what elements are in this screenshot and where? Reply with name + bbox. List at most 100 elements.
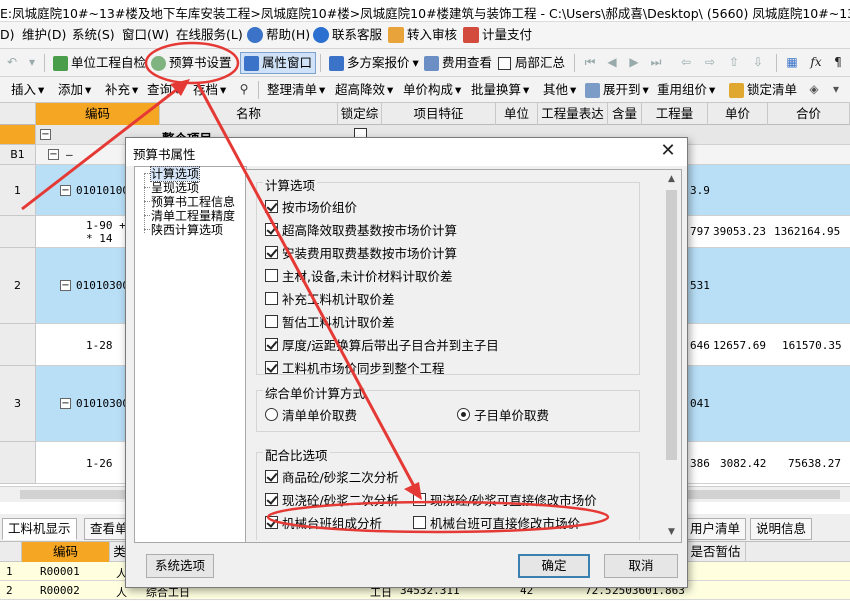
fee-view-button[interactable]: 费用查看 — [421, 52, 495, 74]
col-header-total[interactable]: 合价 — [768, 103, 850, 125]
last-icon[interactable]: ⏭ — [648, 54, 664, 70]
unit-price-build-button[interactable]: 单价构成 ▾ — [400, 79, 464, 101]
option-sync-market-price[interactable]: 工料机市场价同步到整个工程 — [265, 358, 445, 377]
col-header-unit[interactable]: 单位 — [496, 103, 538, 125]
property-window-button[interactable]: 属性窗口 — [240, 52, 317, 74]
menu-item-contact-service[interactable]: 联系客服 — [313, 22, 382, 48]
options-scrollbar[interactable]: ▲ ▼ — [664, 172, 679, 540]
supplement-button[interactable]: 补充 ▾ — [102, 79, 141, 101]
down-arrow-icon[interactable]: ⇩ — [750, 54, 766, 70]
checkbox[interactable] — [413, 493, 426, 506]
checkbox[interactable] — [265, 269, 278, 282]
pilcrow-icon[interactable]: ¶ — [830, 54, 846, 70]
collapse-icon[interactable]: − — [60, 185, 71, 196]
col-header-estimate[interactable]: 是否暂估 — [686, 542, 746, 562]
tab-description[interactable]: 说明信息 — [750, 518, 813, 540]
prev-icon[interactable]: ◀ — [604, 54, 620, 70]
expand-to-button[interactable]: 展开到 ▾ — [582, 79, 652, 101]
collapse-icon[interactable]: − — [60, 398, 71, 409]
partial-summary-box[interactable] — [498, 56, 511, 70]
option-estimate-diff[interactable]: 暂估工料机计取价差 — [265, 312, 395, 331]
menu-item-d[interactable]: D) — [0, 22, 15, 48]
option-main-material-diff[interactable]: 主材,设备,未计价材料计取价差 — [265, 266, 452, 285]
col-header-quantity[interactable]: 工程量 — [642, 103, 708, 125]
radio-list-price[interactable]: 清单单价取费 — [265, 405, 357, 424]
menu-item-maintenance[interactable]: 维护(D) — [22, 22, 66, 48]
menu-item-system[interactable]: 系统(S) — [72, 22, 115, 48]
lock-list-button[interactable]: 锁定清单 — [726, 79, 800, 101]
budget-settings-button[interactable]: 预算书设置 — [148, 52, 235, 74]
height-reduction-button[interactable]: 超高降效 ▾ — [332, 79, 396, 101]
collapse-icon[interactable]: − — [40, 129, 51, 140]
other-button[interactable]: 其他 ▾ — [540, 79, 579, 101]
cancel-button[interactable]: 取消 — [604, 554, 678, 578]
collapse-icon[interactable]: − — [48, 149, 59, 160]
unit-check-button[interactable]: 单位工程自检 — [50, 52, 149, 74]
checkbox[interactable] — [413, 516, 426, 529]
col-header-unit-price[interactable]: 单价 — [708, 103, 768, 125]
partial-summary-checkbox[interactable]: 局部汇总 — [495, 52, 568, 74]
paint-icon[interactable]: ◈ — [806, 81, 822, 97]
dropdown-arrow-icon[interactable]: ▾ — [828, 81, 844, 97]
col-header-code[interactable]: 编码 — [36, 103, 160, 125]
nav-item-quantity-precision[interactable]: 清单工程量精度 — [151, 209, 235, 223]
option-cast-concrete-edit-price[interactable]: 现浇砼/砂浆可直接修改市场价 — [413, 490, 597, 509]
radio-button[interactable] — [457, 408, 470, 421]
calculator-icon[interactable]: ▦ — [784, 54, 800, 70]
scrollbar-thumb[interactable] — [666, 190, 677, 460]
checkbox[interactable] — [265, 516, 278, 529]
radio-subitem-price[interactable]: 子目单价取费 — [457, 405, 549, 424]
collapse-icon[interactable]: − — [60, 280, 71, 291]
col-header-expression[interactable]: 工程量表达 — [538, 103, 608, 125]
option-height-fee-base[interactable]: 超高降效取费基数按市场价计算 — [265, 220, 457, 239]
add-button[interactable]: 添加 ▾ — [55, 79, 94, 101]
system-options-button[interactable]: 系统选项 — [146, 554, 214, 578]
multi-plan-quote-button[interactable]: 多方案报价 ▾ — [326, 52, 422, 74]
checkbox[interactable] — [265, 246, 278, 259]
checkbox[interactable] — [265, 338, 278, 351]
binoculars-icon[interactable]: ⚲ — [236, 81, 252, 97]
scroll-up-icon[interactable]: ▲ — [664, 172, 679, 187]
close-icon[interactable]: ✕ — [657, 141, 679, 163]
col-header-content[interactable]: 含量 — [608, 103, 642, 125]
dropdown-arrow-icon[interactable]: ▾ — [24, 54, 40, 70]
insert-button[interactable]: 插入 ▾ — [8, 79, 47, 101]
checkbox[interactable] — [265, 361, 278, 374]
col-header-lock[interactable]: 锁定综 — [338, 103, 382, 125]
organize-list-button[interactable]: 整理清单 ▾ — [264, 79, 328, 101]
checkbox[interactable] — [265, 200, 278, 213]
ok-button[interactable]: 确定 — [518, 554, 590, 578]
fx-icon[interactable]: fx — [808, 54, 824, 70]
checkbox[interactable] — [265, 292, 278, 305]
up-arrow-icon[interactable]: ⇧ — [726, 54, 742, 70]
archive-button[interactable]: 存档 ▾ — [190, 79, 229, 101]
col-header-feature[interactable]: 项目特征 — [382, 103, 496, 125]
col-header-name[interactable]: 名称 — [160, 103, 338, 125]
option-machine-shift-edit-price[interactable]: 机械台班可直接修改市场价 — [413, 513, 580, 532]
tab-user-list[interactable]: 用户清单 — [684, 518, 747, 540]
nav-item-calc-options[interactable]: 计算选项 — [149, 166, 201, 182]
option-market-price[interactable]: 按市场价组价 — [265, 197, 357, 216]
right-arrow-icon[interactable]: ⇨ — [702, 54, 718, 70]
batch-convert-button[interactable]: 批量换算 ▾ — [468, 79, 532, 101]
option-install-fee-base[interactable]: 安装费用取费基数按市场价计算 — [265, 243, 457, 262]
nav-item-project-info[interactable]: 预算书工程信息 — [151, 195, 235, 209]
checkbox[interactable] — [265, 315, 278, 328]
menu-item-window[interactable]: 窗口(W) — [122, 22, 169, 48]
reuse-price-button[interactable]: 重用组价 ▾ — [654, 79, 718, 101]
query-button[interactable]: 查询 ▾ — [144, 79, 183, 101]
scroll-down-icon[interactable]: ▼ — [664, 525, 679, 540]
tab-material-display[interactable]: 工料机显示 — [2, 518, 77, 540]
checkbox[interactable] — [265, 223, 278, 236]
next-icon[interactable]: ▶ — [626, 54, 642, 70]
menu-item-help[interactable]: 帮助(H) — [247, 22, 310, 48]
undo-icon[interactable]: ↶ — [4, 54, 20, 70]
left-arrow-icon[interactable]: ⇦ — [678, 54, 694, 70]
checkbox[interactable] — [265, 470, 278, 483]
option-cast-concrete[interactable]: 现浇砼/砂浆二次分析 — [265, 490, 399, 509]
nav-item-display-options[interactable]: 呈现选项 — [151, 181, 199, 195]
menu-item-transfer-review[interactable]: 转入审核 — [388, 22, 457, 48]
option-machine-shift-analysis[interactable]: 机械台班组成分析 — [265, 513, 382, 532]
menu-item-online-service[interactable]: 在线服务(L) — [176, 22, 243, 48]
option-supplement-diff[interactable]: 补充工料机计取价差 — [265, 289, 395, 308]
